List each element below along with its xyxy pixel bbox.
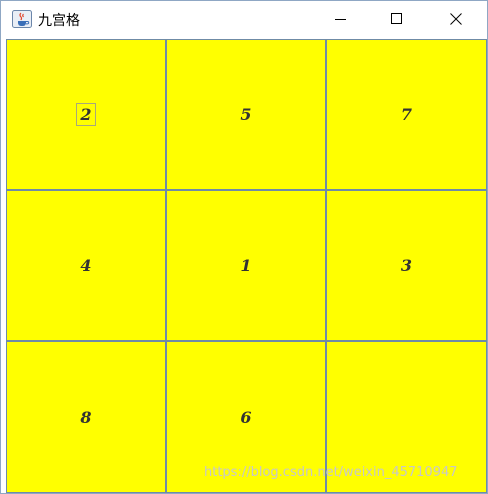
- grid-cell-1[interactable]: 2: [7, 40, 165, 189]
- nine-grid-board: 2 5 7 4 1 3 8 6: [6, 39, 487, 493]
- grid-cell-label: 7: [400, 105, 413, 124]
- maximize-button[interactable]: [374, 1, 420, 37]
- grid-cell-label: 2: [76, 103, 96, 126]
- grid-cell-label: 8: [80, 407, 92, 427]
- app-window: 九宫格 2 5 7 4 1 3 8 6 https://blog.csdn.net/weixi…: [0, 0, 488, 494]
- close-icon: [450, 13, 462, 25]
- grid-cell-7[interactable]: 8: [7, 342, 165, 492]
- grid-cell-2[interactable]: 5: [167, 40, 325, 189]
- grid-cell-3[interactable]: 7: [327, 40, 486, 189]
- grid-cell-6[interactable]: 3: [327, 191, 486, 340]
- maximize-icon: [391, 13, 402, 24]
- title-bar[interactable]: 九宫格: [1, 1, 487, 37]
- watermark-text: https://blog.csdn.net/weixin_45710947: [204, 465, 458, 480]
- close-button[interactable]: [433, 1, 479, 37]
- grid-cell-label: 3: [400, 256, 413, 275]
- grid-cell-label: 4: [80, 256, 92, 275]
- java-app-icon: [12, 10, 32, 28]
- minimize-icon: [335, 19, 346, 20]
- window-title: 九宫格: [38, 13, 80, 29]
- grid-cell-label: 5: [240, 105, 252, 124]
- grid-cell-label: 1: [240, 256, 252, 275]
- grid-cell-4[interactable]: 4: [7, 191, 165, 340]
- minimize-button[interactable]: [318, 1, 364, 37]
- grid-cell-label: 6: [240, 407, 252, 427]
- grid-cell-5[interactable]: 1: [167, 191, 325, 340]
